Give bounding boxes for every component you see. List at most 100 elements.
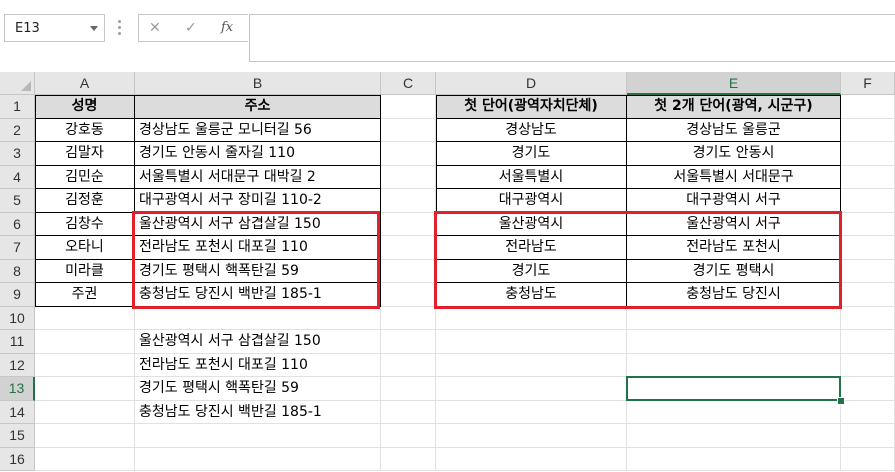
name-cell[interactable]: 김민순	[35, 165, 135, 189]
cell-f16[interactable]	[841, 447, 895, 471]
header-cell-b[interactable]: 주소	[135, 95, 381, 119]
row-header-4[interactable]: 4	[0, 165, 35, 189]
cell-c12[interactable]	[381, 353, 436, 377]
cell-f4[interactable]	[841, 165, 895, 189]
cell-d15[interactable]	[436, 424, 627, 448]
region-cell[interactable]: 서울특별시	[436, 165, 627, 189]
cell-f3[interactable]	[841, 142, 895, 166]
region-cell[interactable]: 전라남도	[436, 236, 627, 260]
cell-c11[interactable]	[381, 330, 436, 354]
row-header-15[interactable]: 15	[0, 424, 35, 448]
cancel-icon[interactable]: ✕	[149, 20, 161, 36]
cell-f2[interactable]	[841, 118, 895, 142]
row-header-12[interactable]: 12	[0, 353, 35, 377]
name-cell[interactable]: 김창수	[35, 212, 135, 236]
cell-d11[interactable]	[436, 330, 627, 354]
name-cell[interactable]: 주권	[35, 283, 135, 307]
cell-f15[interactable]	[841, 424, 895, 448]
cell-e15[interactable]	[627, 424, 841, 448]
cell-b10[interactable]	[135, 306, 381, 330]
cell-f11[interactable]	[841, 330, 895, 354]
formula-input[interactable]	[249, 14, 895, 62]
cell-c14[interactable]	[381, 400, 436, 424]
cell-c6[interactable]	[381, 212, 436, 236]
name-cell[interactable]: 미라클	[35, 259, 135, 283]
select-all-button[interactable]	[0, 72, 35, 95]
region-cell[interactable]: 울산광역시	[436, 212, 627, 236]
chevron-down-icon[interactable]	[90, 26, 98, 31]
region-cell[interactable]: 대구광역시	[436, 189, 627, 213]
name-box[interactable]: E13	[4, 14, 105, 42]
cell-a13[interactable]	[35, 377, 135, 401]
cell-a14[interactable]	[35, 400, 135, 424]
cell-d14[interactable]	[436, 400, 627, 424]
check-icon[interactable]: ✓	[185, 20, 197, 36]
row-header-8[interactable]: 8	[0, 259, 35, 283]
cell-c2[interactable]	[381, 118, 436, 142]
cell-f7[interactable]	[841, 236, 895, 260]
region-city-cell[interactable]: 경상남도 울릉군	[627, 118, 841, 142]
row-header-11[interactable]: 11	[0, 330, 35, 354]
note-cell[interactable]: 전라남도 포천시 대포길 110	[135, 353, 381, 377]
address-cell[interactable]: 전라남도 포천시 대포길 110	[135, 236, 381, 260]
cell-a16[interactable]	[35, 447, 135, 471]
cell-c13[interactable]	[381, 377, 436, 401]
region-city-cell[interactable]: 충청남도 당진시	[627, 283, 841, 307]
row-header-2[interactable]: 2	[0, 118, 35, 142]
cell-f1[interactable]	[841, 95, 895, 119]
column-header-c[interactable]: C	[381, 72, 436, 95]
row-header-7[interactable]: 7	[0, 236, 35, 260]
cell-a12[interactable]	[35, 353, 135, 377]
cell-f14[interactable]	[841, 400, 895, 424]
cell-e14[interactable]	[627, 400, 841, 424]
note-cell[interactable]: 경기도 평택시 핵폭탄길 59	[135, 377, 381, 401]
cell-a11[interactable]	[35, 330, 135, 354]
cell-f9[interactable]	[841, 283, 895, 307]
insert-function-icon[interactable]: fx	[221, 20, 233, 35]
cell-e12[interactable]	[627, 353, 841, 377]
cell-c3[interactable]	[381, 142, 436, 166]
address-cell[interactable]: 경상남도 울릉군 모니터길 56	[135, 118, 381, 142]
cell-c5[interactable]	[381, 189, 436, 213]
region-cell[interactable]: 경기도	[436, 259, 627, 283]
row-header-16[interactable]: 16	[0, 447, 35, 471]
address-cell[interactable]: 서울특별시 서대문구 대박길 2	[135, 165, 381, 189]
header-cell-a[interactable]: 성명	[35, 95, 135, 119]
cell-d10[interactable]	[436, 306, 627, 330]
name-cell[interactable]: 김정훈	[35, 189, 135, 213]
row-header-5[interactable]: 5	[0, 189, 35, 213]
address-cell[interactable]: 울산광역시 서구 삼겹살길 150	[135, 212, 381, 236]
cell-a10[interactable]	[35, 306, 135, 330]
row-header-13[interactable]: 13	[0, 377, 35, 401]
cell-c10[interactable]	[381, 306, 436, 330]
region-cell[interactable]: 충청남도	[436, 283, 627, 307]
cell-c16[interactable]	[381, 447, 436, 471]
cell-b15[interactable]	[135, 424, 381, 448]
cell-f5[interactable]	[841, 189, 895, 213]
row-header-9[interactable]: 9	[0, 283, 35, 307]
region-cell[interactable]: 경상남도	[436, 118, 627, 142]
column-header-f[interactable]: F	[841, 72, 895, 95]
region-city-cell[interactable]: 서울특별시 서대문구	[627, 165, 841, 189]
cell-c8[interactable]	[381, 259, 436, 283]
cell-f10[interactable]	[841, 306, 895, 330]
row-header-10[interactable]: 10	[0, 306, 35, 330]
row-header-6[interactable]: 6	[0, 212, 35, 236]
cell-e13[interactable]	[627, 377, 841, 401]
region-city-cell[interactable]: 전라남도 포천시	[627, 236, 841, 260]
region-city-cell[interactable]: 경기도 안동시	[627, 142, 841, 166]
name-cell[interactable]: 오타니	[35, 236, 135, 260]
address-cell[interactable]: 충청남도 당진시 백반길 185-1	[135, 283, 381, 307]
address-cell[interactable]: 대구광역시 서구 장미길 110-2	[135, 189, 381, 213]
address-cell[interactable]: 경기도 평택시 핵폭탄길 59	[135, 259, 381, 283]
note-cell[interactable]: 울산광역시 서구 삼겹살길 150	[135, 330, 381, 354]
region-city-cell[interactable]: 울산광역시 서구	[627, 212, 841, 236]
cell-d13[interactable]	[436, 377, 627, 401]
cell-e16[interactable]	[627, 447, 841, 471]
header-cell-d[interactable]: 첫 단어(광역자치단체)	[436, 95, 627, 119]
drag-handle-icon[interactable]	[118, 20, 122, 36]
cell-b16[interactable]	[135, 447, 381, 471]
column-header-e[interactable]: E	[627, 72, 841, 95]
cell-c4[interactable]	[381, 165, 436, 189]
column-header-d[interactable]: D	[436, 72, 627, 95]
